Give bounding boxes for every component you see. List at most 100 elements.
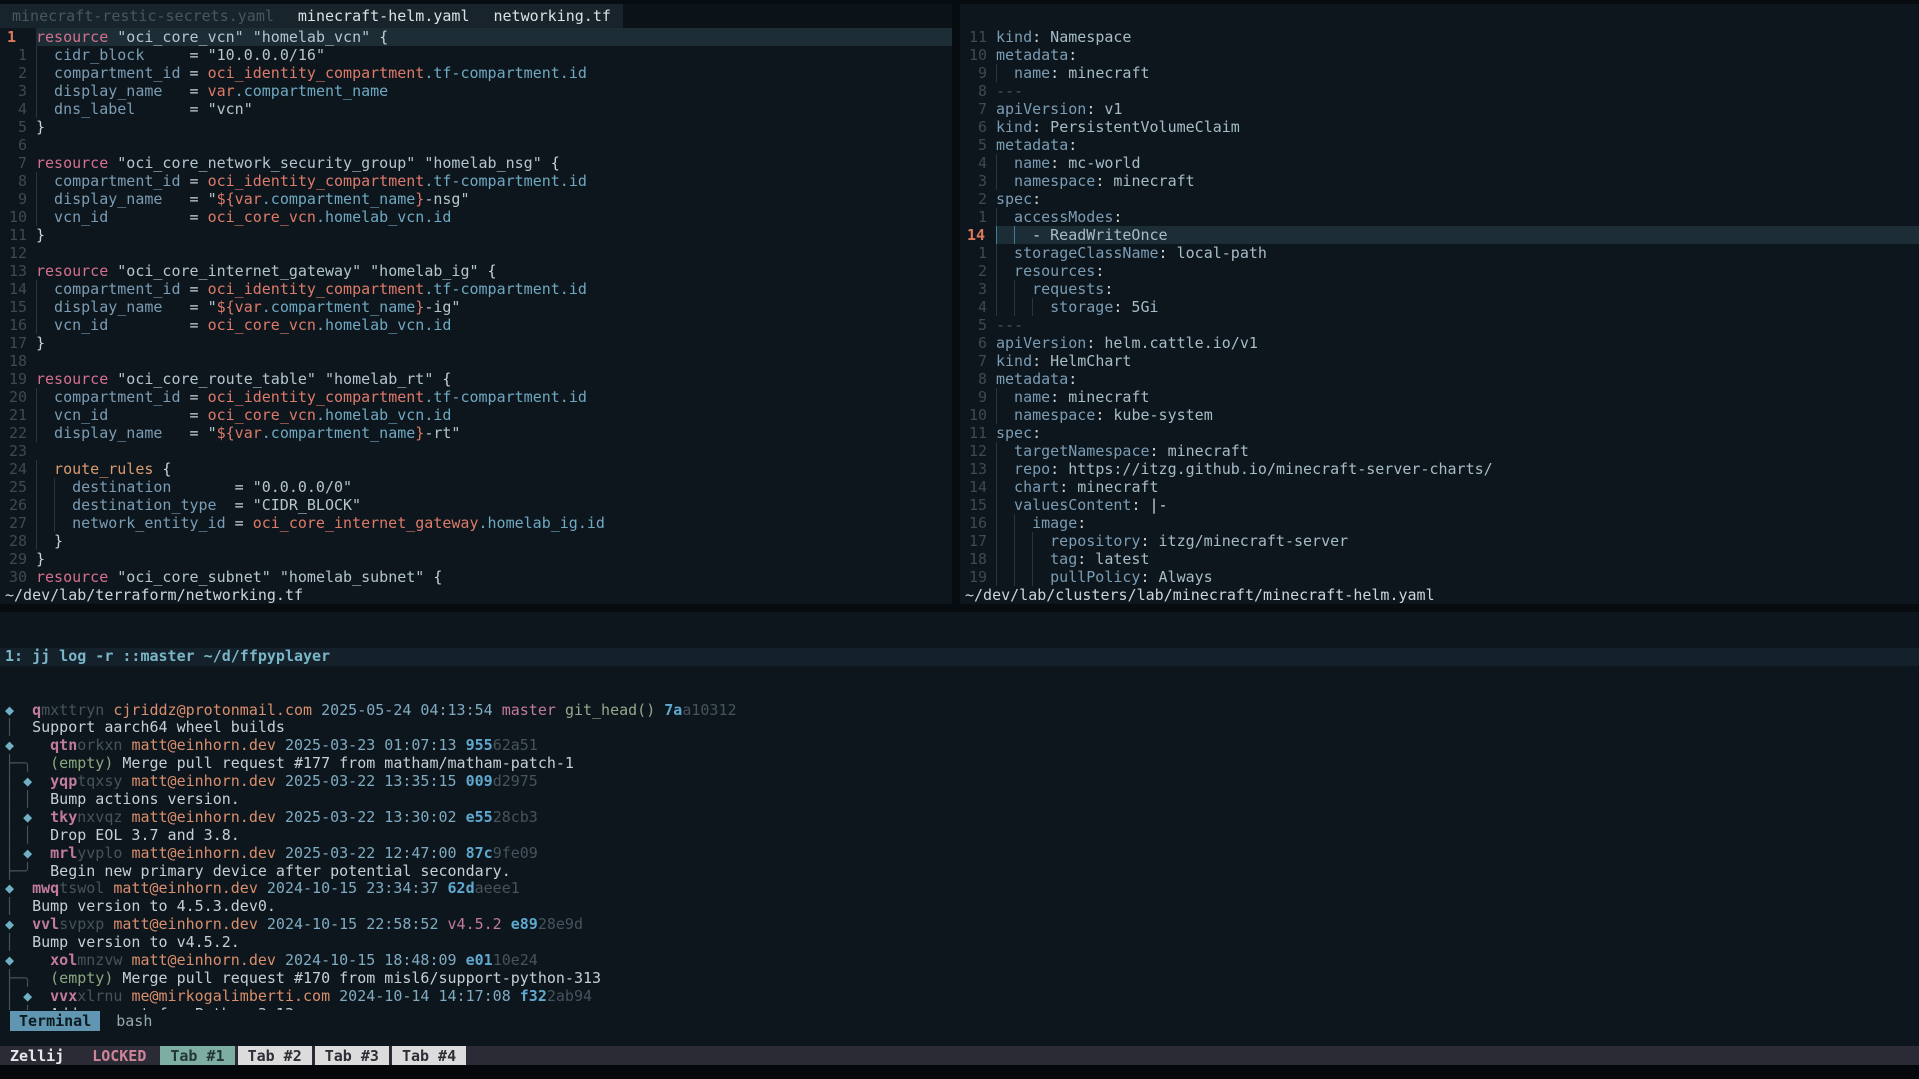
- code-token: Always: [1149, 568, 1212, 586]
- code-token: resource: [36, 370, 108, 388]
- yaml-code-area[interactable]: 11kind: Namespace10metadata:9name: minec…: [960, 28, 1919, 586]
- log-token: matt@einhorn.dev: [113, 879, 258, 897]
- code-token: [370, 28, 379, 46]
- log-token: mnzvw: [77, 951, 122, 969]
- indent-guide: [996, 550, 1014, 568]
- code-token: [479, 262, 488, 280]
- indent-guide: [54, 514, 72, 532]
- line-number: 3: [960, 280, 996, 298]
- line-number: 3: [0, 82, 36, 100]
- right-pane-top-spacer: [960, 4, 1919, 28]
- editor-panes-row: minecraft-restic-secrets.yaml minecraft-h…: [0, 0, 1919, 604]
- log-token: [32, 754, 50, 772]
- right-file-path: ~/dev/lab/clusters/lab/minecraft/minecra…: [960, 586, 1919, 604]
- code-token: kind: [996, 118, 1032, 136]
- code-line: 30resource "oci_core_subnet" "homelab_su…: [0, 568, 952, 586]
- code-token: latest: [1086, 550, 1149, 568]
- zellij-tab[interactable]: Tab #2: [238, 1046, 312, 1065]
- log-line: │ ◆ yqptqxsy matt@einhorn.dev 2025-03-22…: [0, 773, 1919, 791]
- line-number: 5: [960, 316, 996, 334]
- code-token: name: [1014, 154, 1050, 172]
- log-token: │: [5, 897, 14, 915]
- right-editor-pane[interactable]: 11kind: Namespace10metadata:9name: minec…: [960, 4, 1919, 604]
- indent-guide: [36, 82, 54, 100]
- indent-guide: [1014, 514, 1032, 532]
- code-token: :: [1131, 496, 1140, 514]
- code-token: network_entity_id: [72, 514, 226, 532]
- line-number: 7: [0, 154, 36, 172]
- line-number: 15: [960, 496, 996, 514]
- indent-guide: [1014, 280, 1032, 298]
- code-line: 19pullPolicy: Always: [960, 568, 1919, 586]
- code-token: resources: [1014, 262, 1095, 280]
- line-number: 16: [960, 514, 996, 532]
- zellij-tab[interactable]: Tab #3: [315, 1046, 389, 1065]
- log-token: [258, 879, 267, 897]
- code-line: 7resource "oci_core_network_security_gro…: [0, 154, 952, 172]
- code-line: 16vcn_id = oci_core_vcn.homelab_vcn.id: [0, 316, 952, 334]
- code-token: spec: [996, 424, 1032, 442]
- terminal-tab-active[interactable]: Terminal: [10, 1011, 100, 1031]
- left-editor-pane[interactable]: minecraft-restic-secrets.yaml minecraft-h…: [0, 4, 952, 604]
- code-token: display_name: [54, 82, 162, 100]
- code-token: =: [108, 316, 207, 334]
- code-line: 24route_rules {: [0, 460, 952, 478]
- log-token: │ │: [5, 826, 32, 844]
- zellij-tab[interactable]: Tab #1: [160, 1046, 234, 1065]
- code-token: compartment_id: [54, 280, 180, 298]
- log-token: [276, 951, 285, 969]
- code-token: :: [1104, 280, 1113, 298]
- line-number: 11: [0, 226, 36, 244]
- indent-guide: [36, 208, 54, 226]
- log-line: ◆ qtnorkxn matt@einhorn.dev 2025-03-23 0…: [0, 737, 1919, 755]
- code-token: repo: [1014, 460, 1050, 478]
- terminal-pane[interactable]: 1: jj log -r ::master ~/d/ffpyplayer ◆ q…: [0, 604, 1919, 1010]
- line-number: 14: [0, 280, 36, 298]
- indent-guide: [36, 280, 54, 298]
- code-token: =: [108, 208, 207, 226]
- log-token: f32: [520, 987, 547, 1005]
- bottom-strip: [0, 1065, 1919, 1079]
- code-token: mc-world: [1059, 154, 1140, 172]
- code-token: chart: [1014, 478, 1059, 496]
- code-token: |-: [1140, 496, 1167, 514]
- line-number: 9: [960, 64, 996, 82]
- log-token: e55: [466, 808, 493, 826]
- code-token: kind: [996, 352, 1032, 370]
- indent-guide: [996, 442, 1014, 460]
- indent-guide: [36, 316, 54, 334]
- code-token: ": [208, 424, 217, 442]
- code-line: 19resource "oci_core_route_table" "homel…: [0, 370, 952, 388]
- code-line: 10vcn_id = oci_core_vcn.homelab_vcn.id: [0, 208, 952, 226]
- log-token: vvx: [50, 987, 77, 1005]
- code-line: 25destination = "0.0.0.0/0": [0, 478, 952, 496]
- code-token: .tf-compartment.id: [424, 388, 587, 406]
- code-token: metadata: [996, 46, 1068, 64]
- code-token: =: [180, 388, 207, 406]
- log-token: v4.5.2: [448, 915, 502, 933]
- code-token: :: [1077, 514, 1086, 532]
- buffer-tab[interactable]: networking.tf: [494, 7, 611, 25]
- zellij-tab[interactable]: Tab #4: [392, 1046, 466, 1065]
- buffer-tab[interactable]: minecraft-helm.yaml: [298, 7, 470, 25]
- buffer-tab[interactable]: minecraft-restic-secrets.yaml: [12, 7, 274, 25]
- zellij-logo: Zellij: [10, 1047, 64, 1065]
- code-token: {: [379, 28, 388, 46]
- log-token: [502, 915, 511, 933]
- indent-guide: [36, 172, 54, 190]
- indent-guide: [36, 64, 54, 82]
- code-line: 18: [0, 352, 952, 370]
- line-number: 10: [0, 208, 36, 226]
- code-token: .compartment_name: [262, 190, 416, 208]
- terraform-code-area[interactable]: 1resource "oci_core_vcn" "homelab_vcn" {…: [0, 28, 952, 586]
- code-line: 26destination_type = "CIDR_BLOCK": [0, 496, 952, 514]
- line-number: 7: [960, 352, 996, 370]
- line-number: 20: [0, 388, 36, 406]
- code-token: }: [415, 190, 424, 208]
- line-number: 2: [0, 64, 36, 82]
- code-line: 12targetNamespace: minecraft: [960, 442, 1919, 460]
- indent-guide: [1014, 226, 1032, 244]
- log-token: a10312: [682, 701, 736, 719]
- bash-tab[interactable]: bash: [116, 1012, 152, 1030]
- code-token: PersistentVolumeClaim: [1041, 118, 1240, 136]
